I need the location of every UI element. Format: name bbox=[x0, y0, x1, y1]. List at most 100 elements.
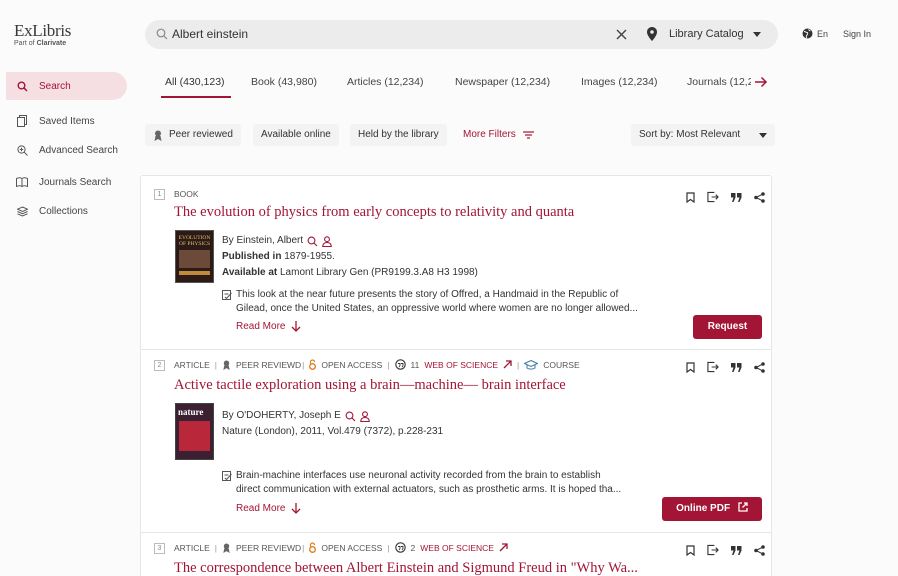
published-value: 1879-1955. bbox=[284, 251, 335, 262]
result-abstract: Brain-machine interfaces use neuronal ac… bbox=[222, 469, 656, 497]
peer-reviewed-label: PEER REVIEWD bbox=[235, 359, 302, 370]
search-author-icon[interactable] bbox=[307, 236, 318, 247]
sidebar-item-label: Search bbox=[39, 80, 71, 92]
filter-held-by-library[interactable]: Held by the library bbox=[350, 124, 447, 146]
resource-type: ARTICLE bbox=[174, 359, 210, 370]
sidebar-item-label: Journals Search bbox=[39, 176, 112, 188]
search-icon bbox=[15, 81, 29, 92]
active-tab-indicator bbox=[161, 96, 231, 98]
read-more-link[interactable]: Read More bbox=[236, 503, 301, 514]
bookmark-icon[interactable] bbox=[684, 544, 696, 556]
web-of-science-link[interactable]: WEB OF SCIENCE bbox=[424, 360, 498, 370]
sidebar-item-journals-search[interactable]: Journals Search bbox=[6, 168, 127, 196]
citation-icon[interactable] bbox=[730, 544, 742, 556]
sidebar-item-search[interactable]: Search bbox=[6, 72, 127, 100]
abstract-icon bbox=[222, 471, 232, 481]
arrow-down-icon bbox=[292, 321, 301, 332]
author-profile-icon[interactable] bbox=[322, 235, 332, 247]
export-icon[interactable] bbox=[707, 361, 719, 373]
bookmark-icon[interactable] bbox=[684, 361, 696, 373]
sidebar-item-label: Saved Items bbox=[39, 115, 95, 127]
read-more-label: Read More bbox=[236, 321, 286, 332]
export-icon[interactable] bbox=[707, 544, 719, 556]
external-link-icon bbox=[738, 502, 748, 512]
author-row: By O'DOHERTY, Joseph E bbox=[222, 408, 443, 424]
tab-book[interactable]: Book (43,980) bbox=[251, 76, 317, 88]
result-actions bbox=[684, 191, 765, 203]
search-scope-dropdown[interactable]: Library Catalog bbox=[645, 20, 775, 49]
share-icon[interactable] bbox=[753, 544, 765, 556]
request-button[interactable]: Request bbox=[693, 315, 762, 339]
search-icon bbox=[156, 28, 168, 40]
tab-journals[interactable]: Journals (12,234) bbox=[687, 76, 760, 88]
published-label: Published in bbox=[222, 251, 282, 262]
advanced-search-icon bbox=[15, 144, 29, 156]
result-title[interactable]: Active tactile exploration using a brain… bbox=[174, 377, 566, 394]
export-icon[interactable] bbox=[707, 191, 719, 203]
results-list: 1 BOOK The evolution of physics from ear… bbox=[140, 175, 772, 576]
open-access-label: OPEN ACCESS bbox=[321, 359, 383, 370]
filter-label: Peer reviewed bbox=[169, 129, 233, 140]
result-title[interactable]: The correspondence between Albert Einste… bbox=[174, 560, 638, 576]
citation-icon[interactable] bbox=[730, 361, 742, 373]
share-icon[interactable] bbox=[753, 361, 765, 373]
sidebar-item-advanced-search[interactable]: Advanced Search bbox=[6, 136, 127, 164]
citation-count: 11 bbox=[410, 359, 420, 370]
resource-type-tabs: All (430,123) Book (43,980) Articles (12… bbox=[160, 70, 760, 100]
peer-reviewed-label: PEER REVIEWD bbox=[235, 542, 302, 553]
web-of-science-link[interactable]: WEB OF SCIENCE bbox=[420, 543, 494, 553]
result-meta: ARTICLE | PEER REVIEWD | OPEN ACCESS | 2… bbox=[174, 542, 508, 553]
source-value: Nature (London), 2011, Vol.479 (7372), p… bbox=[222, 426, 444, 437]
author-prefix: By bbox=[222, 410, 234, 421]
published-row: Published in 1879-1955. bbox=[222, 249, 478, 265]
journal-cover-image[interactable]: nature bbox=[175, 403, 214, 460]
citation-icon[interactable] bbox=[730, 191, 742, 203]
read-more-link[interactable]: Read More bbox=[236, 321, 301, 332]
exlibris-logo[interactable]: ExLibris Part of Clarivate bbox=[14, 22, 71, 47]
tab-newspaper[interactable]: Newspaper (12,234) bbox=[455, 76, 550, 88]
sidebar-item-saved-items[interactable]: Saved Items bbox=[6, 107, 127, 135]
peer-reviewed-icon bbox=[223, 543, 230, 553]
tab-articles[interactable]: Articles (12,234) bbox=[347, 76, 423, 88]
author-name[interactable]: O'DOHERTY, Joseph E bbox=[236, 410, 340, 421]
open-access-icon bbox=[309, 359, 317, 370]
arrow-right-icon bbox=[755, 76, 768, 88]
more-filters-label: More Filters bbox=[463, 129, 516, 140]
tab-all[interactable]: All (430,123) bbox=[165, 76, 225, 88]
chevron-down-icon bbox=[753, 32, 761, 37]
search-bar: Library Catalog bbox=[145, 20, 778, 49]
logo-subtitle: Part of Clarivate bbox=[14, 40, 67, 47]
sort-dropdown[interactable]: Sort by: Most Relevant bbox=[631, 124, 775, 146]
tab-images[interactable]: Images (12,234) bbox=[581, 76, 657, 88]
cover-stripe bbox=[179, 271, 210, 275]
globe-icon bbox=[802, 28, 813, 39]
bookmark-icon[interactable] bbox=[684, 191, 696, 203]
author-prefix: By bbox=[222, 235, 234, 246]
sort-label: Sort by: Most Relevant bbox=[639, 129, 741, 140]
result-abstract: This look at the near future presents th… bbox=[222, 288, 656, 316]
search-input[interactable] bbox=[172, 20, 592, 49]
result-title[interactable]: The evolution of physics from early conc… bbox=[174, 204, 574, 221]
result-actions bbox=[684, 361, 765, 373]
book-cover-image[interactable]: EVOLUTION OF PHYSICS bbox=[175, 230, 214, 283]
language-selector[interactable]: En bbox=[802, 28, 828, 39]
tabs-next-button[interactable] bbox=[751, 73, 771, 91]
share-icon[interactable] bbox=[753, 191, 765, 203]
sign-in-link[interactable]: Sign In bbox=[843, 29, 871, 39]
citation-count: 2 bbox=[410, 542, 416, 553]
resource-type: BOOK bbox=[174, 189, 199, 199]
filter-label: Held by the library bbox=[358, 129, 439, 140]
online-pdf-button[interactable]: Online PDF bbox=[662, 497, 762, 521]
peer-reviewed-icon bbox=[154, 130, 162, 141]
search-author-icon[interactable] bbox=[345, 411, 356, 422]
clear-search-icon[interactable] bbox=[615, 28, 628, 41]
external-link-arrow-icon bbox=[503, 360, 512, 369]
sidebar-item-collections[interactable]: Collections bbox=[6, 197, 127, 225]
filter-peer-reviewed[interactable]: Peer reviewed bbox=[145, 124, 241, 146]
author-profile-icon[interactable] bbox=[360, 410, 370, 422]
abstract-icon bbox=[222, 290, 232, 300]
filter-available-online[interactable]: Available online bbox=[253, 124, 339, 146]
author-name[interactable]: Einstein, Albert bbox=[236, 235, 303, 246]
available-value[interactable]: Lamont Library Gen (PR9199.3.A8 H3 1998) bbox=[280, 267, 478, 278]
more-filters-button[interactable]: More Filters bbox=[463, 129, 534, 140]
